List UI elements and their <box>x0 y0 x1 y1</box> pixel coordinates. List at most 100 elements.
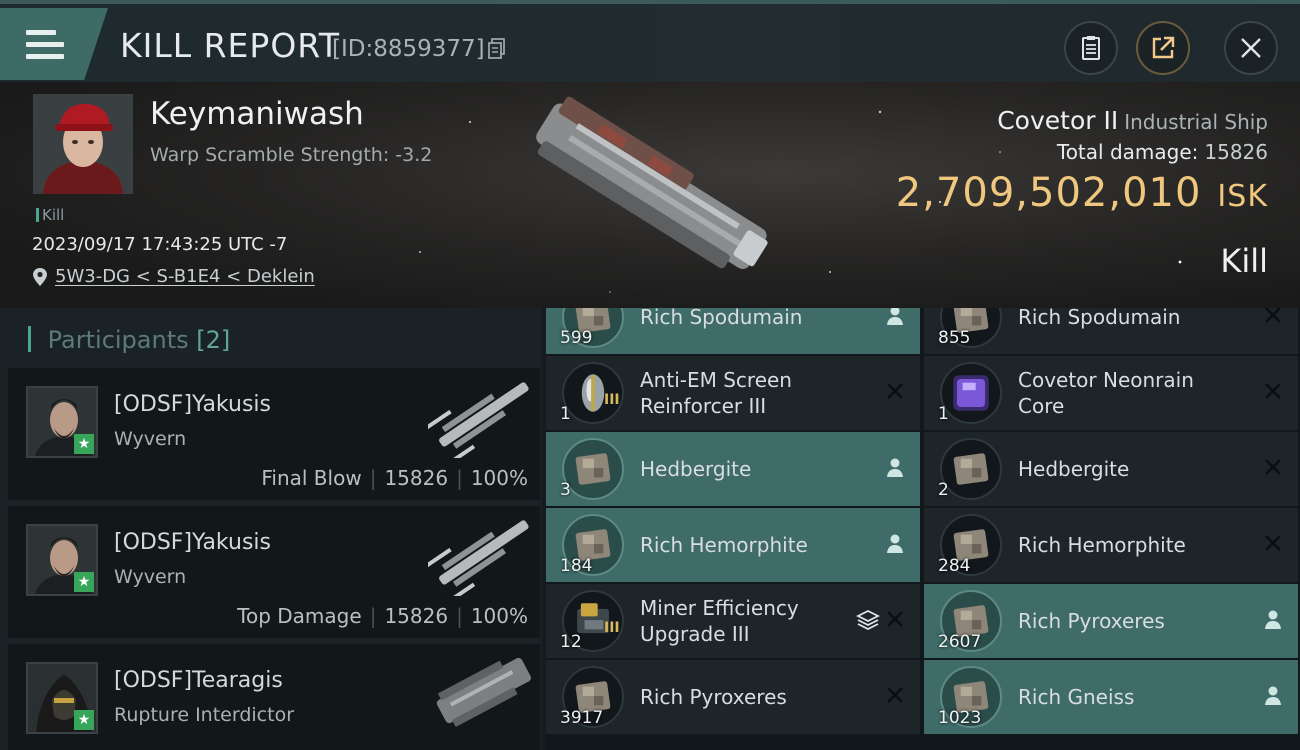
person-icon <box>1265 686 1281 705</box>
stack-icon[interactable] <box>856 608 880 632</box>
item-slot[interactable]: 855 Rich Spodumain <box>924 308 1298 354</box>
participant-ship: Wyvern <box>114 566 187 588</box>
total-damage: Total damage: 15826 <box>1057 140 1268 164</box>
item-slot[interactable]: 1023 Rich Gneiss <box>924 660 1298 734</box>
item-name: Rich Pyroxeres <box>640 685 787 709</box>
kill-id: [ID:8859377] <box>332 36 485 62</box>
item-slot[interactable]: 3917 Rich Pyroxeres <box>546 660 920 734</box>
participant-damage: 15826 <box>384 604 449 628</box>
destroyed-x-icon <box>887 687 903 703</box>
kill-datetime: 2023/09/17 17:43:25 UTC -7 <box>32 234 288 255</box>
share-button[interactable] <box>1136 21 1190 75</box>
clipboard-icon <box>1082 36 1100 60</box>
item-quantity: 3917 <box>560 708 604 728</box>
victim-name[interactable]: Keymaniwash <box>150 96 364 132</box>
item-quantity: 1023 <box>938 708 982 728</box>
participant-card[interactable]: ★ [ODSF]Yakusis Wyvern Top Damage | 15826 |… <box>8 506 540 638</box>
menu-button[interactable] <box>0 8 108 80</box>
total-damage-label: Total damage: <box>1056 140 1199 164</box>
kill-tag: Kill <box>36 206 64 224</box>
kill-location[interactable]: 5W3-DG < S-B1E4 < Deklein <box>32 266 315 287</box>
destroyed-x-icon <box>1265 308 1281 323</box>
item-name: Hedbergite <box>1018 457 1130 481</box>
victim-banner: Keymaniwash Warp Scramble Strength: -3.2… <box>0 82 1300 308</box>
participant-card[interactable]: ★ [ODSF]Yakusis Wyvern Final Blow | 15826 |… <box>8 368 540 500</box>
warp-scramble-strength: Warp Scramble Strength: -3.2 <box>150 144 433 166</box>
item-name: Rich Gneiss <box>1018 685 1135 709</box>
ship-name: Covetor II <box>997 106 1119 135</box>
core-icon <box>940 362 1002 424</box>
participant-ship: Rupture Interdictor <box>114 704 294 726</box>
item-name: Rich Hemorphite <box>640 533 808 557</box>
item-quantity: 184 <box>560 556 593 576</box>
close-button[interactable] <box>1224 21 1278 75</box>
participant-name[interactable]: [ODSF]Yakusis <box>114 392 271 417</box>
participants-count: [2] <box>196 326 231 354</box>
item-slot[interactable]: 12 III Miner Efficiency Upgrade III <box>546 584 920 658</box>
copy-id-icon[interactable] <box>488 38 506 60</box>
item-name: Rich Spodumain <box>1018 308 1181 329</box>
total-damage-value: 15826 <box>1204 140 1268 164</box>
participant-percent: 100% <box>470 604 528 628</box>
clipboard-button[interactable] <box>1064 21 1118 75</box>
participant-role: Top Damage <box>237 604 362 628</box>
item-level: III <box>604 392 620 408</box>
item-quantity: 2607 <box>938 632 982 652</box>
participants-panel: Participants [2] ★ [ODSF]Yakusis Wyvern <box>0 308 542 750</box>
item-level: III <box>604 620 620 636</box>
participants-header: Participants [2] <box>28 326 231 354</box>
location-link[interactable]: 5W3-DG < S-B1E4 < Deklein <box>55 266 315 287</box>
item-slot[interactable]: 1 III Anti-EM Screen Reinforcer III <box>546 356 920 430</box>
participant-name[interactable]: [ODSF]Yakusis <box>114 530 271 555</box>
item-slot[interactable]: 184 Rich Hemorphite <box>546 508 920 582</box>
item-slot[interactable]: 2 Hedbergite <box>924 432 1298 506</box>
destroyed-x-icon <box>1265 535 1281 551</box>
person-icon <box>1265 610 1281 629</box>
item-quantity: 599 <box>560 328 593 348</box>
item-slot[interactable]: 2607 Rich Pyroxeres <box>924 584 1298 658</box>
item-quantity: 855 <box>938 328 971 348</box>
ship-class: Industrial Ship <box>1124 110 1268 134</box>
item-slot[interactable]: 599 Rich Spodumain <box>546 308 920 354</box>
item-slot[interactable]: 284 Rich Hemorphite <box>924 508 1298 582</box>
page-title: KILL REPORT <box>120 26 340 65</box>
isk-value: 2,709,502,010 ISK <box>896 170 1268 216</box>
star-badge-icon: ★ <box>74 572 94 592</box>
item-name: Covetor Neonrain Core <box>1018 368 1194 418</box>
destroyed-x-icon <box>1265 383 1281 399</box>
item-slot[interactable]: 3 Hedbergite <box>546 432 920 506</box>
item-quantity: 1 <box>560 404 571 424</box>
result-label: Kill <box>1220 242 1268 280</box>
location-pin-icon <box>33 267 47 286</box>
victim-avatar[interactable] <box>33 94 133 194</box>
ore-icon <box>940 438 1002 500</box>
item-quantity: 2 <box>938 480 949 500</box>
participant-ship-image <box>428 520 529 596</box>
item-name: Rich Spodumain <box>640 308 803 329</box>
participant-percent: 100% <box>470 466 528 490</box>
item-slot[interactable]: 1 Covetor Neonrain Core <box>924 356 1298 430</box>
participant-stats: Final Blow | 15826 | 100% <box>261 466 528 490</box>
item-quantity: 3 <box>560 480 571 500</box>
participant-damage: 15826 <box>384 466 449 490</box>
person-icon <box>887 308 903 325</box>
participant-card[interactable]: ★ [ODSF]Tearagis Rupture Interdictor <box>8 644 540 750</box>
close-icon <box>1241 38 1261 58</box>
victim-ship[interactable]: Covetor II Industrial Ship <box>997 106 1268 135</box>
participant-ship-image <box>436 657 531 728</box>
star-badge-icon: ★ <box>74 710 94 730</box>
item-quantity: 1 <box>938 404 949 424</box>
top-bar: KILL REPORT [ID:8859377] <box>0 0 1300 82</box>
hamburger-menu-icon[interactable] <box>26 30 64 60</box>
item-name: Rich Pyroxeres <box>1018 609 1165 633</box>
dropped-items-grid: 599 Rich Spodumain 855 Rich Spodumain 1 III An… <box>546 308 1300 750</box>
participant-name[interactable]: [ODSF]Tearagis <box>114 668 283 693</box>
item-name: Miner Efficiency Upgrade III <box>640 596 799 646</box>
victim-ship-image[interactable] <box>515 94 790 284</box>
participant-ship-image <box>428 382 529 458</box>
share-icon <box>1152 36 1175 59</box>
ore-icon <box>562 438 624 500</box>
participant-role: Final Blow <box>261 466 362 490</box>
destroyed-x-icon <box>887 611 903 627</box>
person-icon <box>887 458 903 477</box>
